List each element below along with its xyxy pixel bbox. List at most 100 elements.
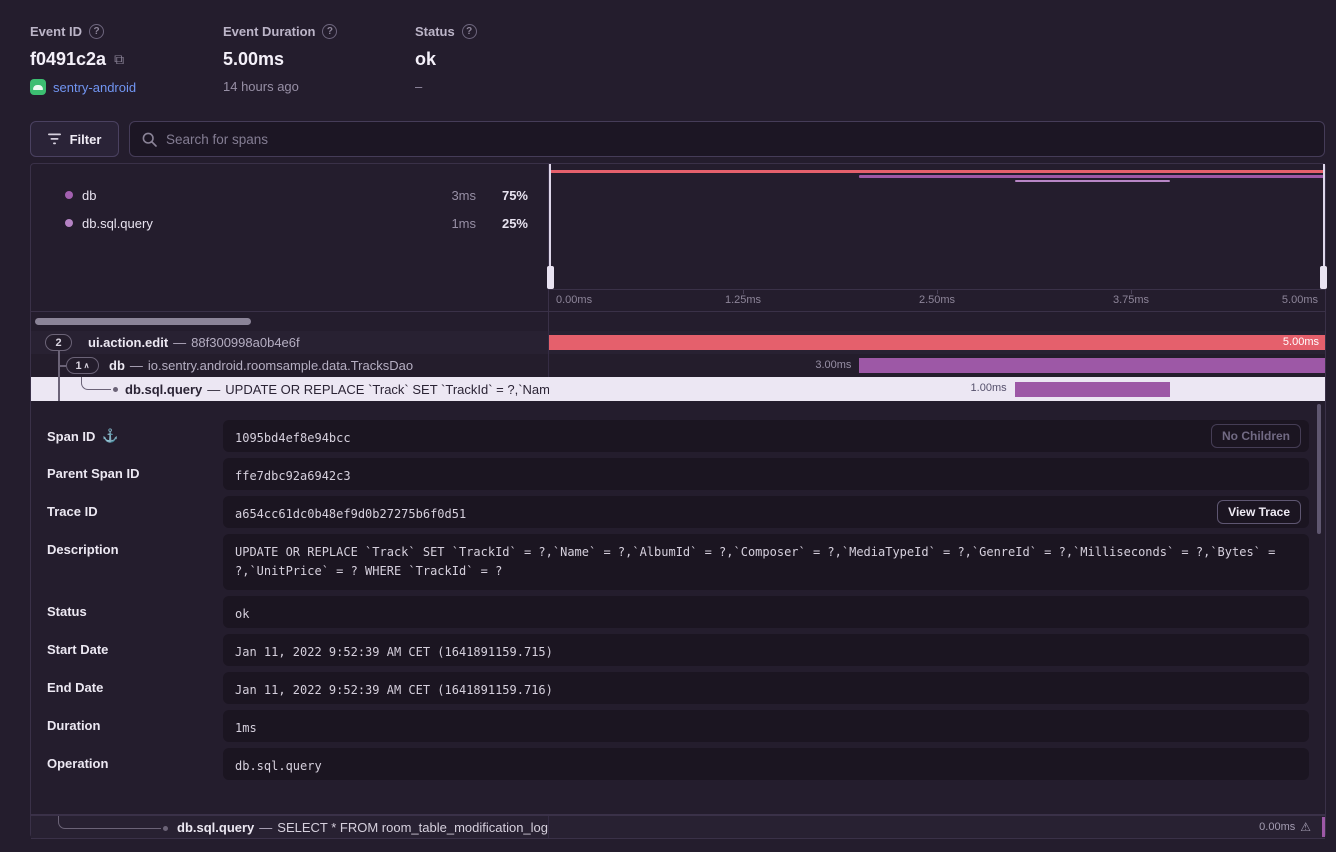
tree-scrollbar-track[interactable] <box>31 311 549 331</box>
axis-tick: 2.50ms <box>919 294 955 306</box>
span-row-db-sql-query-selected[interactable]: db.sql.query — UPDATE OR REPLACE `Track`… <box>31 377 1325 401</box>
axis-tick: 1.25ms <box>725 294 761 306</box>
span-bar-db[interactable] <box>859 358 1325 373</box>
chevron-up-icon: ∧ <box>84 361 90 370</box>
copy-icon[interactable]: ⧉ <box>114 51 124 68</box>
span-tree-dot <box>163 826 168 831</box>
time-axis: 0.00ms 1.25ms 2.50ms 3.75ms 5.00ms <box>549 289 1325 311</box>
span-desc: SELECT * FROM room_table_modification_lo… <box>277 820 549 835</box>
trace-minimap[interactable] <box>549 164 1325 289</box>
op-duration: 1ms <box>428 216 476 231</box>
span-bar-db-sql-query[interactable] <box>1015 382 1170 397</box>
parent-span-id-value: ffe7dbc92a6942c3 <box>223 458 1309 490</box>
event-duration-value: 5.00ms <box>223 49 284 70</box>
status-label: Status <box>415 24 455 39</box>
span-duration-label: 1.00ms <box>971 382 1007 394</box>
span-op: ui.action.edit <box>88 335 168 350</box>
warning-icon: ⚠ <box>1300 820 1311 834</box>
status-trend: – <box>415 79 422 94</box>
op-color-dot <box>65 191 73 199</box>
span-op: db <box>109 358 125 373</box>
span-row-db-sql-query-select[interactable]: db.sql.query — SELECT * FROM room_table_… <box>31 815 1325 839</box>
op-color-dot <box>65 219 73 227</box>
no-children-button[interactable]: No Children <box>1211 424 1301 448</box>
event-id-label: Event ID ? <box>30 24 136 39</box>
span-tree-dot <box>113 387 118 392</box>
span-desc: io.sentry.android.roomsample.data.Tracks… <box>148 358 413 373</box>
event-id-value: f0491c2a <box>30 49 106 70</box>
span-details: Span ID ⚓ 1095bd4ef8e94bcc No Children P… <box>31 401 1325 815</box>
start-date-value: Jan 11, 2022 9:52:39 AM CET (1641891159.… <box>223 634 1309 666</box>
status-value: ok <box>415 49 436 70</box>
span-duration-label: 5.00ms <box>1283 336 1319 348</box>
scrollbar-spacer <box>549 311 1325 331</box>
axis-tick: 0.00ms <box>556 294 592 306</box>
trace-panel: db 3ms 75% db.sql.query 1ms 25% <box>30 163 1326 838</box>
event-id-label-text: Event ID <box>30 24 82 39</box>
minimap-span-db-sql-query <box>1015 180 1170 182</box>
status-block: Status ? ok – <box>415 24 477 94</box>
span-detail-page: Event ID ? f0491c2a ⧉ sentry-android Eve… <box>0 0 1336 852</box>
duration-value: 1ms <box>223 710 1309 742</box>
op-name: db.sql.query <box>82 216 428 231</box>
span-search <box>129 121 1325 157</box>
detail-row-trace-id: Trace ID a654cc61dc0b48ef9d0b27275b6f0d5… <box>31 496 1325 528</box>
event-duration-label: Event Duration <box>223 24 315 39</box>
operation-value: db.sql.query <box>223 748 1309 780</box>
minimap-right-grip[interactable] <box>1320 266 1327 289</box>
search-input[interactable] <box>166 132 1312 147</box>
detail-row-start-date: Start Date Jan 11, 2022 9:52:39 AM CET (… <box>31 634 1325 666</box>
op-name: db <box>82 188 428 203</box>
event-age: 14 hours ago <box>223 79 299 94</box>
span-children-badge[interactable]: 2 <box>45 334 72 351</box>
op-percent: 25% <box>476 216 528 231</box>
span-row-ui-action-edit[interactable]: 2 ui.action.edit — 88f300998a0b4e6f 5.00… <box>31 331 1325 354</box>
view-trace-button[interactable]: View Trace <box>1217 500 1301 524</box>
detail-row-parent-span-id: Parent Span ID ffe7dbc92a6942c3 <box>31 458 1325 490</box>
span-children-badge-collapse[interactable]: 1∧ <box>66 357 99 374</box>
axis-tick: 5.00ms <box>1282 294 1318 306</box>
span-id-value: 1095bd4ef8e94bcc No Children <box>223 420 1309 452</box>
project-link[interactable]: sentry-android <box>53 80 136 95</box>
detail-row-description: Description UPDATE OR REPLACE `Track` SE… <box>31 534 1325 590</box>
span-op: db.sql.query <box>125 382 202 397</box>
span-op: db.sql.query <box>177 820 254 835</box>
operations-breakdown: db 3ms 75% db.sql.query 1ms 25% <box>31 164 549 311</box>
span-desc: UPDATE OR REPLACE `Track` SET `TrackId` … <box>225 382 549 397</box>
description-value: UPDATE OR REPLACE `Track` SET `TrackId` … <box>223 534 1309 590</box>
event-duration-block: Event Duration ? 5.00ms 14 hours ago <box>223 24 337 94</box>
event-id-block: Event ID ? f0491c2a ⧉ sentry-android <box>30 24 136 95</box>
filter-icon <box>48 133 62 145</box>
help-icon[interactable]: ? <box>462 24 477 39</box>
status-detail-value: ok <box>223 596 1309 628</box>
detail-row-status: Status ok <box>31 596 1325 628</box>
detail-row-operation: Operation db.sql.query <box>31 748 1325 780</box>
android-project-icon <box>30 79 46 95</box>
legend-row-db[interactable]: db 3ms 75% <box>31 184 548 206</box>
details-scrollbar-thumb[interactable] <box>1317 404 1321 534</box>
minimap-span-db <box>859 175 1325 178</box>
trace-id-value: a654cc61dc0b48ef9d0b27275b6f0d51 View Tr… <box>223 496 1309 528</box>
minimap-span-ui-action-edit <box>549 170 1325 173</box>
legend-row-db-sql-query[interactable]: db.sql.query 1ms 25% <box>31 212 548 234</box>
axis-tick: 3.75ms <box>1113 294 1149 306</box>
minimap-left-grip[interactable] <box>547 266 554 289</box>
tree-scrollbar-thumb[interactable] <box>35 318 251 325</box>
span-duration-label: 3.00ms <box>815 359 851 371</box>
filter-button[interactable]: Filter <box>30 121 119 157</box>
span-bar-zero-duration[interactable] <box>1322 817 1325 837</box>
search-icon <box>142 132 157 147</box>
op-percent: 75% <box>476 188 528 203</box>
filter-button-label: Filter <box>70 132 102 147</box>
detail-row-end-date: End Date Jan 11, 2022 9:52:39 AM CET (16… <box>31 672 1325 704</box>
span-desc: 88f300998a0b4e6f <box>191 335 299 350</box>
help-icon[interactable]: ? <box>89 24 104 39</box>
help-icon[interactable]: ? <box>322 24 337 39</box>
anchor-icon[interactable]: ⚓ <box>102 428 118 444</box>
detail-row-duration: Duration 1ms <box>31 710 1325 742</box>
span-duration-label: 0.00ms <box>1259 821 1295 833</box>
span-row-db[interactable]: 1∧ db — io.sentry.android.roomsample.dat… <box>31 354 1325 377</box>
span-bar-ui-action-edit[interactable] <box>549 335 1325 350</box>
detail-row-span-id: Span ID ⚓ 1095bd4ef8e94bcc No Children <box>31 420 1325 452</box>
end-date-value: Jan 11, 2022 9:52:39 AM CET (1641891159.… <box>223 672 1309 704</box>
